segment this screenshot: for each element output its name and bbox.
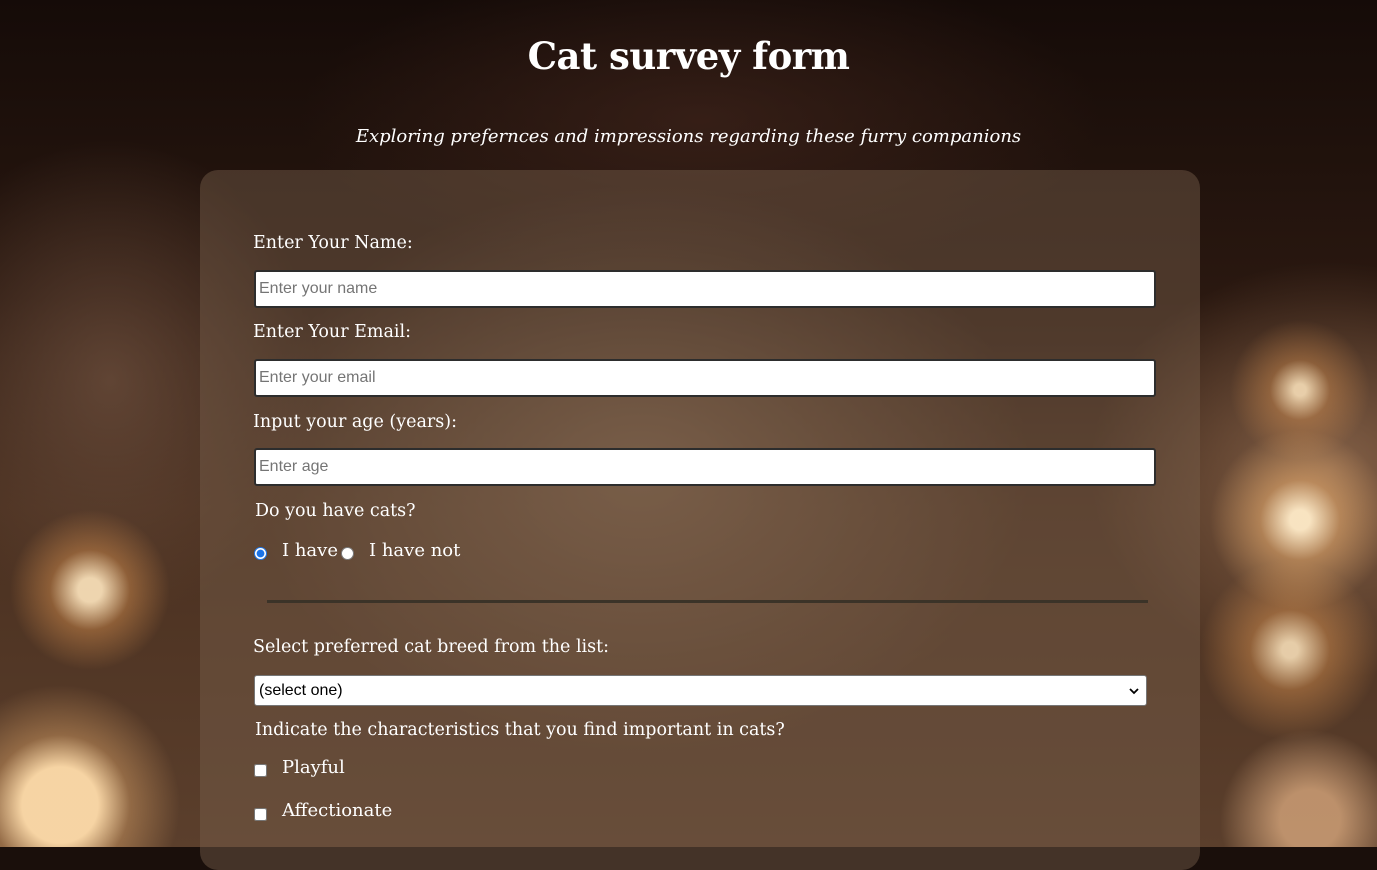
- have-cats-question: Do you have cats?: [255, 501, 416, 521]
- radio-i-have-not[interactable]: [341, 547, 354, 560]
- name-input[interactable]: [254, 270, 1156, 308]
- age-label: Input your age (years):: [253, 412, 458, 432]
- checkbox-affectionate[interactable]: [254, 808, 267, 821]
- checkbox-playful-label: Playful: [282, 757, 345, 778]
- section-divider: [267, 600, 1148, 603]
- page-title: Cat survey form: [527, 34, 850, 78]
- email-input[interactable]: [254, 359, 1156, 397]
- chevron-down-icon: [1129, 686, 1139, 696]
- breed-select[interactable]: (select one): [254, 675, 1147, 706]
- checkbox-affectionate-label: Affectionate: [282, 800, 393, 821]
- breed-select-value: (select one): [259, 681, 343, 699]
- checkbox-playful[interactable]: [254, 764, 267, 777]
- email-label: Enter Your Email:: [253, 322, 412, 342]
- age-input[interactable]: [254, 448, 1156, 486]
- radio-i-have[interactable]: [254, 547, 267, 560]
- radio-i-have-not-label: I have not: [369, 540, 461, 561]
- radio-i-have-label: I have: [282, 540, 338, 561]
- characteristics-question: Indicate the characteristics that you fi…: [255, 720, 785, 740]
- name-label: Enter Your Name:: [253, 233, 413, 253]
- breed-label: Select preferred cat breed from the list…: [253, 637, 610, 657]
- page-subtitle: Exploring prefernces and impressions reg…: [355, 126, 1022, 147]
